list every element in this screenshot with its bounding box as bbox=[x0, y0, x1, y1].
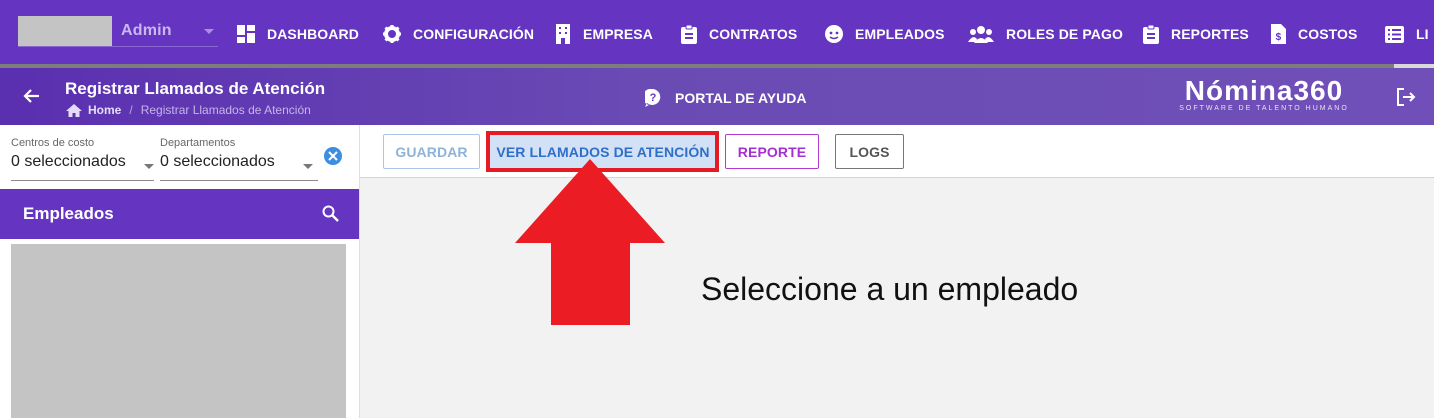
save-button[interactable]: GUARDAR bbox=[383, 134, 480, 169]
brand-name: Nómina360 bbox=[1184, 75, 1344, 106]
cost-center-underline bbox=[11, 180, 154, 181]
breadcrumb-home[interactable]: Home bbox=[88, 103, 121, 117]
nav-contratos-label: CONTRATOS bbox=[709, 26, 798, 42]
dashboard-icon bbox=[237, 25, 255, 43]
department-label: Departamentos bbox=[160, 137, 236, 149]
logs-button[interactable]: LOGS bbox=[835, 134, 904, 169]
clipboard-icon bbox=[681, 24, 697, 44]
home-icon[interactable] bbox=[66, 103, 82, 117]
brand-tagline: SOFTWARE DE TALENTO HUMANO bbox=[1179, 105, 1349, 112]
nav-empleados-label: EMPLEADOS bbox=[855, 26, 945, 42]
svg-text:$: $ bbox=[1276, 32, 1282, 43]
report-button[interactable]: REPORTE bbox=[725, 134, 819, 169]
file-dollar-icon: $ bbox=[1271, 24, 1286, 44]
filter-bar: Centros de costo 0 seleccionados Departa… bbox=[0, 125, 359, 189]
nav-roles-de-pago[interactable]: ROLES DE PAGO bbox=[968, 22, 1123, 46]
page-title: Registrar Llamados de Atención bbox=[65, 79, 326, 98]
back-arrow-icon[interactable] bbox=[22, 87, 40, 105]
nav-reportes[interactable]: REPORTES bbox=[1143, 22, 1249, 46]
page-header: Registrar Llamados de Atención Home / Re… bbox=[0, 68, 1434, 125]
department-value: 0 seleccionados bbox=[160, 153, 275, 170]
nav-costos[interactable]: $ COSTOS bbox=[1271, 22, 1357, 46]
cost-center-value: 0 seleccionados bbox=[11, 153, 126, 170]
nav-configuracion[interactable]: CONFIGURACIÓN bbox=[383, 22, 534, 46]
close-icon bbox=[328, 151, 338, 161]
department-select[interactable]: Departamentos 0 seleccionados bbox=[160, 137, 318, 181]
cost-center-label: Centros de costo bbox=[11, 137, 95, 149]
department-underline bbox=[160, 180, 318, 181]
help-icon: ? bbox=[645, 89, 661, 107]
help-portal-link[interactable]: ? PORTAL DE AYUDA bbox=[645, 89, 806, 107]
help-portal-label: PORTAL DE AYUDA bbox=[675, 90, 807, 106]
clear-filters-button[interactable] bbox=[324, 147, 342, 165]
nav-configuracion-label: CONFIGURACIÓN bbox=[413, 26, 535, 42]
cost-center-select[interactable]: Centros de costo 0 seleccionados bbox=[11, 137, 154, 181]
users-icon bbox=[968, 26, 994, 43]
breadcrumb-separator: / bbox=[129, 103, 133, 117]
nav-empleados[interactable]: EMPLEADOS bbox=[825, 22, 945, 46]
search-icon[interactable] bbox=[322, 205, 339, 222]
chevron-down-icon bbox=[204, 29, 214, 34]
nav-dashboard[interactable]: DASHBOARD bbox=[237, 22, 359, 46]
chevron-down-icon bbox=[303, 164, 313, 169]
clipboard-icon bbox=[1143, 24, 1159, 44]
user-menu[interactable]: Admin bbox=[18, 15, 218, 47]
nav-contratos[interactable]: CONTRATOS bbox=[681, 22, 797, 46]
employee-list-placeholder bbox=[11, 244, 346, 418]
gear-icon bbox=[383, 25, 401, 43]
employee-list bbox=[0, 239, 359, 418]
nav-empresa[interactable]: EMPRESA bbox=[555, 22, 653, 46]
nav-roles-de-pago-label: ROLES DE PAGO bbox=[1006, 26, 1123, 42]
nav-li[interactable]: LI bbox=[1385, 22, 1429, 46]
nav-li-label: LI bbox=[1416, 26, 1429, 42]
logout-icon[interactable] bbox=[1396, 88, 1416, 106]
breadcrumb: Home / Registrar Llamados de Atención bbox=[66, 103, 311, 117]
empty-state-message: Seleccione a un empleado bbox=[701, 271, 1079, 307]
nav-dashboard-label: DASHBOARD bbox=[267, 26, 359, 42]
annotation-arrow-icon bbox=[515, 159, 665, 325]
chevron-down-icon bbox=[144, 164, 154, 169]
user-name: Admin bbox=[121, 21, 172, 39]
nav-reportes-label: REPORTES bbox=[1171, 26, 1249, 42]
brand-logo: Nómina360 SOFTWARE DE TALENTO HUMANO bbox=[1174, 75, 1354, 113]
list-icon bbox=[1385, 25, 1404, 43]
top-navbar: Admin DASHBOARD CONFIGURACIÓN EMPRESA CO… bbox=[0, 0, 1434, 68]
nav-empresa-label: EMPRESA bbox=[583, 26, 653, 42]
breadcrumb-current: Registrar Llamados de Atención bbox=[140, 103, 311, 117]
svg-text:?: ? bbox=[650, 92, 657, 104]
building-icon bbox=[556, 24, 570, 44]
nav-costos-label: COSTOS bbox=[1298, 26, 1358, 42]
face-icon bbox=[825, 25, 843, 43]
employees-title: Empleados bbox=[23, 204, 114, 223]
avatar bbox=[18, 15, 112, 46]
employees-panel-header: Empleados bbox=[0, 189, 359, 239]
